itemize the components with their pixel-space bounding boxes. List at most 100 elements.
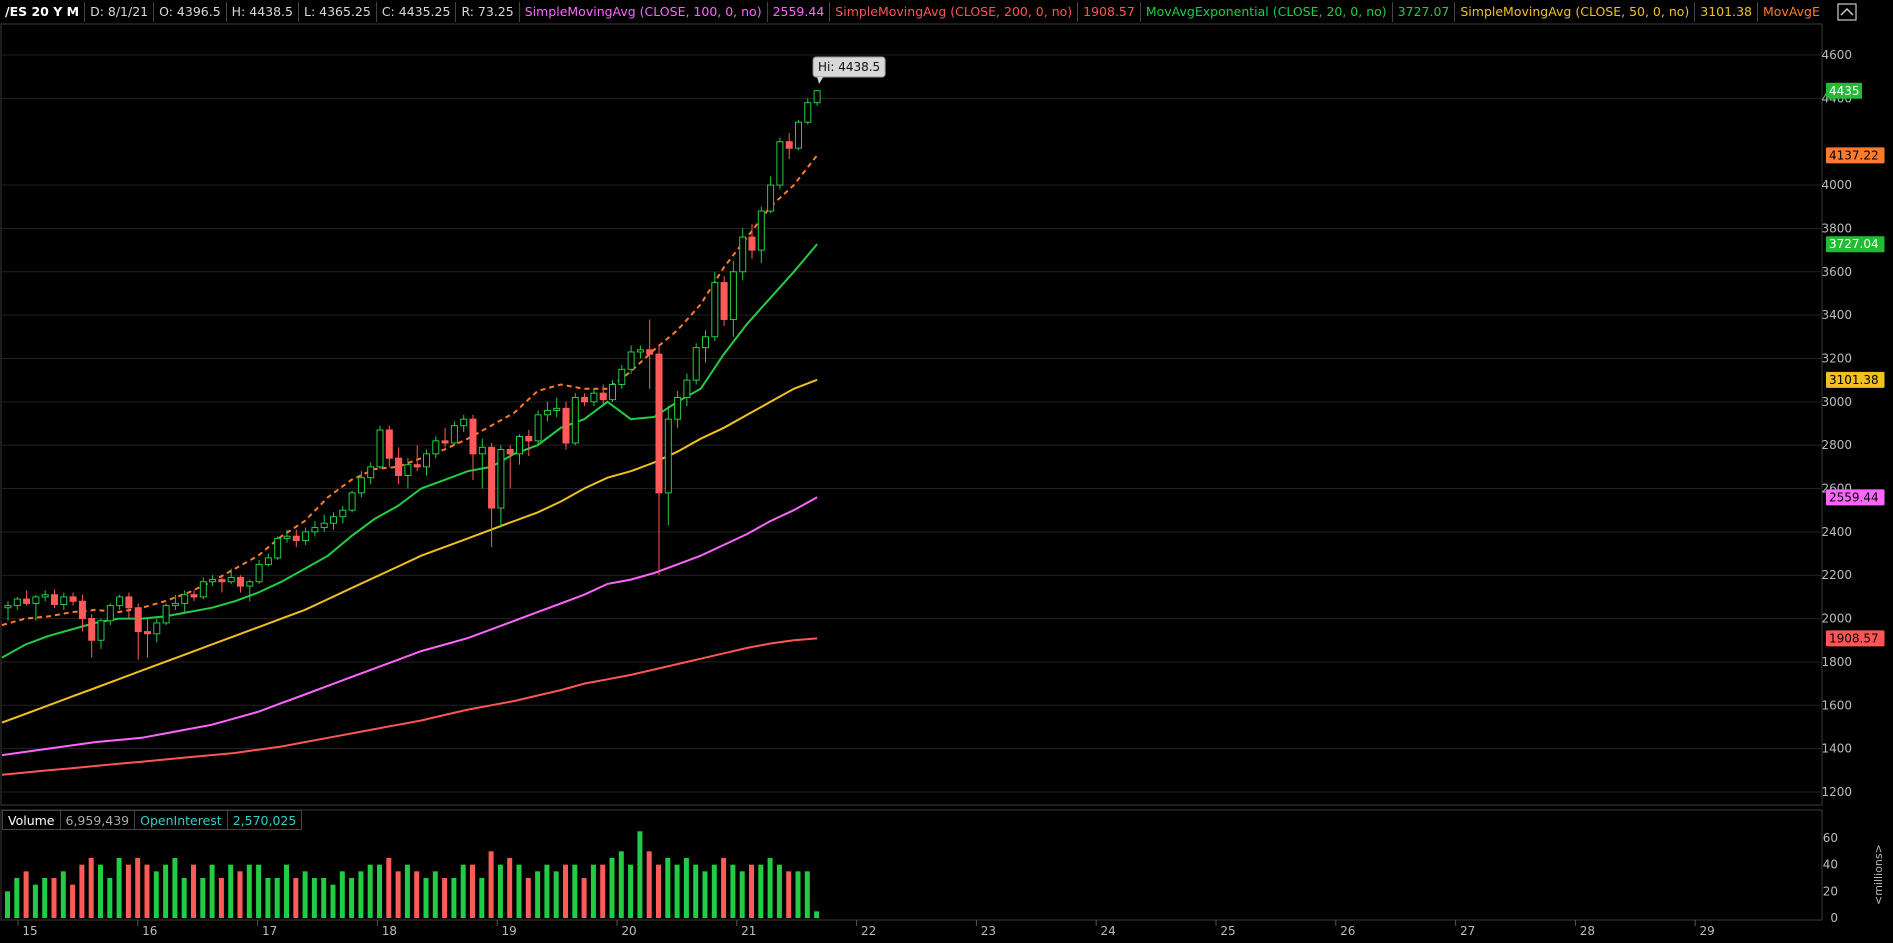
volume-bar [274,878,280,918]
volume-bar [572,864,578,918]
price-tick-label: 2800 [1821,438,1852,452]
volume-bar [814,911,820,918]
volume-bar [749,864,754,918]
volume-bar [767,858,773,918]
chart-area[interactable]: 4600440040003800360034003200300028002600… [0,0,1893,943]
candle-body [795,121,802,149]
price-label-text: 3101.38 [1829,373,1879,387]
candle-body [553,407,561,411]
candle-body [367,466,375,479]
volume-bar [191,864,196,918]
candle-body [246,581,254,587]
candle-body [60,596,68,605]
volume-bar [51,878,57,918]
volume-bar [200,878,206,918]
candle-body [739,236,747,273]
candle-body [357,477,365,494]
volume-bar [525,878,531,918]
candle-body [432,440,440,455]
volume-bar [479,878,485,918]
candle-body [674,396,682,420]
moving-average-line [1,243,818,659]
candle-body [4,605,12,609]
candle-body [729,271,737,320]
price-tick-label: 2000 [1821,612,1852,626]
candle-body [655,353,663,494]
price-tick-label: 3600 [1821,265,1852,279]
candle-body [813,90,821,104]
price-tick-label: 3200 [1821,351,1852,365]
volume-tick-label: 0 [1830,911,1838,925]
volume-bar [5,891,10,918]
candle-body [153,622,161,635]
volume-bar [693,864,699,918]
x-tick-label: 18 [382,924,397,938]
volume-tick-label: 20 [1823,884,1838,898]
volume-bar [553,871,559,918]
volume-bar [135,858,141,918]
volume-bar [163,864,169,918]
candle-body [395,457,403,477]
candle-body [516,436,523,455]
candle-body [23,598,31,604]
x-tick-label: 16 [142,924,157,938]
x-tick-label: 29 [1700,924,1715,938]
price-tick-label: 3400 [1821,308,1852,322]
candle-body [302,531,310,542]
candle-body [460,418,468,427]
volume-bar [674,864,680,918]
candle-body [116,596,124,607]
x-tick-label: 25 [1220,924,1235,938]
volume-bar [609,858,615,918]
candle-body [488,446,496,509]
volume-bar [98,864,103,918]
candle-body [227,576,235,583]
candle-body [311,527,319,533]
candle-body [199,581,207,598]
volume-bar [367,864,373,918]
volume-bar [330,884,336,918]
volume-label: Volume [2,810,60,830]
volume-bar [377,864,382,918]
candle-body [125,596,133,609]
price-label-text: 4435 [1829,84,1860,98]
volume-bar [32,884,38,918]
candle-body [88,618,96,641]
x-tick-label: 22 [861,924,876,938]
volume-bar [665,858,671,918]
volume-bar [646,851,652,918]
volume-bar [302,871,308,918]
price-tick-label: 1200 [1821,785,1852,799]
candle-body [720,282,728,320]
price-tick-label: 1800 [1821,655,1852,669]
candle-body [320,522,328,529]
volume-value: 6,959,439 [59,810,135,830]
x-tick-label: 28 [1580,924,1595,938]
candle-body [274,537,282,559]
volume-bar [488,851,494,918]
volume-bar [386,858,392,918]
volume-bar [535,871,541,918]
candle-body [348,492,356,511]
volume-bar [628,864,634,918]
volume-bar [721,858,727,918]
price-tick-label: 4600 [1821,48,1852,62]
candle-body [525,436,533,442]
volume-bar [711,864,717,918]
volume-bar [246,864,252,918]
moving-average-line [1,154,818,627]
candle-body [413,464,421,468]
price-tick-label: 1600 [1821,698,1852,712]
candle-body [590,392,598,403]
volume-bar [470,864,475,918]
x-tick-label: 15 [22,924,37,938]
candle-body [543,409,551,416]
price-tick-label: 3800 [1821,221,1852,235]
volume-bar [125,864,131,918]
volume-bar [23,871,29,918]
volume-tick-label: 60 [1823,831,1838,845]
candle-body [506,449,514,455]
volume-bar [590,864,596,918]
volume-bar [776,864,782,918]
candle-body [497,449,505,509]
